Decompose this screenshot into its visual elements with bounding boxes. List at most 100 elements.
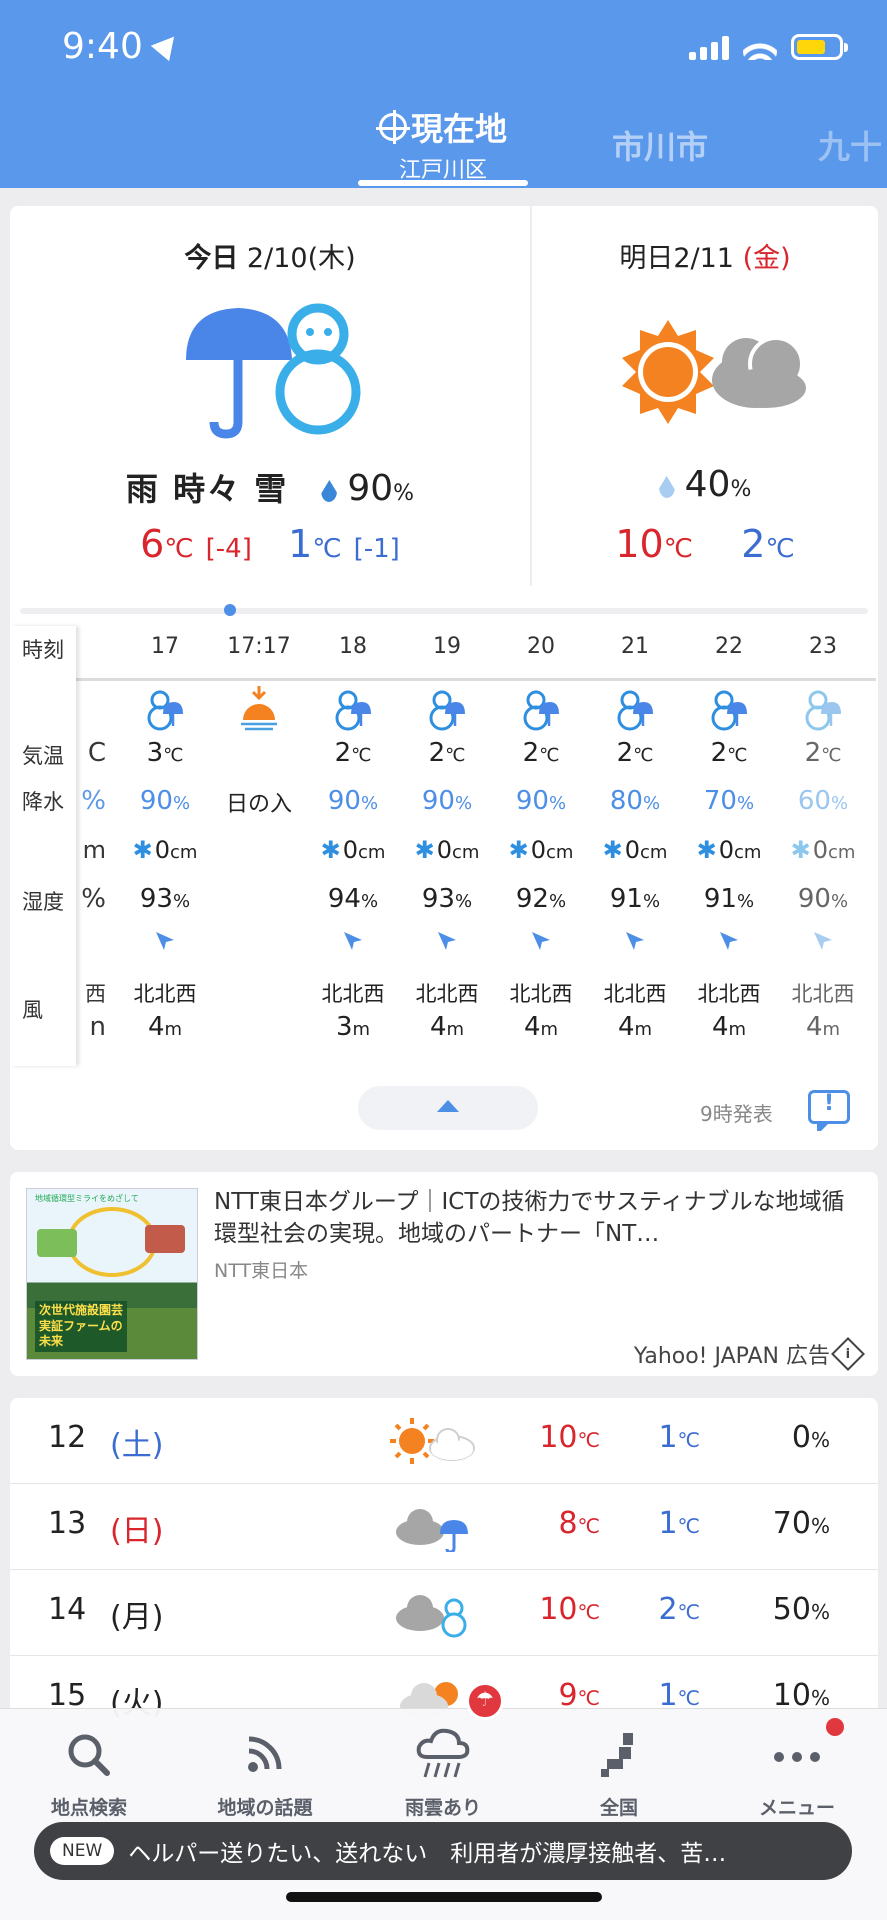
hourly-column: 20 2℃ 90% ✱0cm 92% 北北西 4m bbox=[494, 626, 588, 1066]
hour-precip: 90% bbox=[306, 786, 400, 816]
raindrop-icon bbox=[321, 480, 338, 502]
wind-speed-value: 4 bbox=[617, 1012, 635, 1042]
hour-temp: 2℃ bbox=[682, 738, 776, 768]
label-humidity: 湿度 bbox=[22, 890, 64, 914]
precip-value: 60 bbox=[797, 786, 831, 816]
unit: m bbox=[540, 1019, 559, 1040]
unit: % bbox=[810, 1600, 830, 1624]
tab-local-topics[interactable]: 地域の話題 bbox=[190, 1727, 340, 1820]
news-ticker[interactable]: NEW ヘルパー送りたい、送れない 利用者が濃厚接触者、苦… bbox=[34, 1822, 852, 1880]
hour-precip: 90% bbox=[118, 786, 212, 816]
ad-image[interactable]: 地域循環型ミライをめざして 次世代施設園芸 実証ファームの未来 bbox=[26, 1188, 198, 1360]
hour-snowfall: ✱0cm bbox=[494, 836, 588, 864]
humidity-value: 90 bbox=[797, 884, 831, 914]
unit: % bbox=[172, 891, 191, 912]
tab-location-search[interactable]: 地点検索 bbox=[14, 1727, 164, 1820]
daily-date: 12 bbox=[48, 1420, 87, 1455]
snowman-umbrella-icon bbox=[805, 688, 841, 732]
daily-row[interactable]: 13 (日) 8℃ 1℃ 70% bbox=[10, 1484, 878, 1570]
daily-row[interactable]: 12 (土) 10℃ 1℃ 0% bbox=[10, 1398, 878, 1484]
tab-ichikawa[interactable]: 市川市 bbox=[612, 122, 708, 168]
unit: cm bbox=[451, 842, 480, 863]
wind-speed: 4m bbox=[400, 1012, 494, 1042]
tab-third-location[interactable]: 九十 bbox=[818, 122, 882, 168]
wifi-icon bbox=[743, 34, 777, 60]
hourly-scroll-track[interactable] bbox=[20, 608, 868, 614]
home-indicator[interactable] bbox=[286, 1892, 602, 1902]
unit: % bbox=[548, 793, 567, 814]
japan-map-icon bbox=[601, 1733, 633, 1777]
news-headline[interactable]: ヘルパー送りたい、送れない 利用者が濃厚接触者、苦… bbox=[128, 1834, 726, 1868]
wind-speed: 4m bbox=[118, 1012, 212, 1042]
crosshair-icon bbox=[375, 110, 410, 144]
tab-rain-radar[interactable]: 雨雲あり bbox=[368, 1727, 518, 1820]
hourly-forecast[interactable]: 時刻 気温 降水 湿度 風 C % m % 西 n 17 3℃ 90% ✱0cm 93%… bbox=[10, 626, 878, 1066]
more-icon bbox=[774, 1752, 820, 1762]
hourly-scroll-thumb[interactable] bbox=[224, 604, 236, 616]
label-time: 時刻 bbox=[22, 638, 64, 662]
tomorrow-panel[interactable]: 明日2/11 (金) 40% 10℃ 2℃ bbox=[532, 206, 878, 586]
hour-precip: 90% bbox=[400, 786, 494, 816]
unit: cm bbox=[639, 842, 668, 863]
hour-snowfall: ✱0cm bbox=[682, 836, 776, 864]
tab-national[interactable]: 全国 bbox=[544, 1727, 694, 1820]
tomorrow-title: 明日2/11 (金) bbox=[532, 236, 878, 275]
hour-temp: 2℃ bbox=[494, 738, 588, 768]
daily-date: 14 bbox=[48, 1592, 87, 1627]
unit: % bbox=[642, 891, 661, 912]
hour-humidity: 90% bbox=[776, 884, 870, 914]
today-high: 6 bbox=[140, 522, 165, 566]
temp-value: 2 bbox=[804, 738, 822, 768]
tab-current-location[interactable]: 現在地 江戸川区 bbox=[358, 104, 528, 184]
snow-value: 0 bbox=[530, 836, 546, 864]
location-tabs: 現在地 江戸川区 市川市 九十 bbox=[0, 104, 887, 188]
unit: % bbox=[830, 891, 849, 912]
snowman-umbrella-icon bbox=[711, 688, 747, 732]
unit: ℃ bbox=[163, 745, 184, 766]
low-value: 1 bbox=[658, 1420, 678, 1455]
wind-speed: 3m bbox=[306, 1012, 400, 1042]
unit: cm bbox=[357, 842, 386, 863]
unit: ℃ bbox=[663, 534, 693, 564]
unit: ℃ bbox=[727, 745, 748, 766]
collapse-hourly-button[interactable] bbox=[358, 1086, 538, 1130]
unit: m bbox=[822, 1019, 841, 1040]
humidity-value: 93 bbox=[421, 884, 455, 914]
wind-direction: 北北西 bbox=[415, 982, 479, 1006]
daily-precip-chance: 0% bbox=[730, 1420, 830, 1455]
pct-unit: % bbox=[393, 481, 415, 506]
ad-title[interactable]: NTT東日本グループ｜ICTの技術力でサスティナブルな地域循環型社会の実現。地域… bbox=[214, 1186, 864, 1250]
unit: ℃ bbox=[577, 1600, 600, 1624]
unit: ℃ bbox=[577, 1514, 600, 1538]
snowflake-icon: ✱ bbox=[320, 836, 341, 864]
hourly-row-labels: 時刻 気温 降水 湿度 風 bbox=[10, 626, 76, 1066]
wind-direction: 北北西 bbox=[509, 982, 573, 1006]
today-title: 今日 2/10(木) bbox=[10, 236, 530, 275]
hour-time: 23 bbox=[809, 634, 837, 659]
ad-sponsor: NTT東日本 bbox=[214, 1260, 309, 1282]
humidity-value: 92 bbox=[515, 884, 549, 914]
info-icon[interactable]: i bbox=[831, 1337, 865, 1371]
temp-value: 2 bbox=[428, 738, 446, 768]
ad-label[interactable]: Yahoo! JAPAN 広告 i bbox=[634, 1337, 865, 1371]
unit: % bbox=[360, 793, 379, 814]
wind-direction: 北北西 bbox=[321, 982, 385, 1006]
hour-precip: 90% bbox=[494, 786, 588, 816]
raindrop-icon bbox=[658, 476, 675, 498]
feedback-icon[interactable] bbox=[808, 1090, 850, 1131]
clock-text: 9:40 bbox=[62, 26, 143, 67]
unit: ℃ bbox=[633, 745, 654, 766]
tab-menu[interactable]: メニュー bbox=[722, 1727, 872, 1820]
snowman-umbrella-icon bbox=[429, 688, 465, 732]
hour-precip: 60% bbox=[776, 786, 870, 816]
ad-card[interactable]: 地域循環型ミライをめざして 次世代施設園芸 実証ファームの未来 NTT東日本グル… bbox=[10, 1172, 878, 1376]
cloud-snowman-icon bbox=[390, 1588, 480, 1638]
unit: % bbox=[830, 793, 849, 814]
wind-direction-arrow-icon bbox=[718, 930, 740, 952]
wind-direction-arrow-icon bbox=[812, 930, 834, 952]
daily-dow: (土) bbox=[110, 1428, 164, 1463]
hour-time: 22 bbox=[715, 634, 743, 659]
unit: ℃ bbox=[677, 1428, 700, 1452]
hour-snowfall: ✱0cm bbox=[400, 836, 494, 864]
daily-row[interactable]: 14 (月) 10℃ 2℃ 50% bbox=[10, 1570, 878, 1656]
